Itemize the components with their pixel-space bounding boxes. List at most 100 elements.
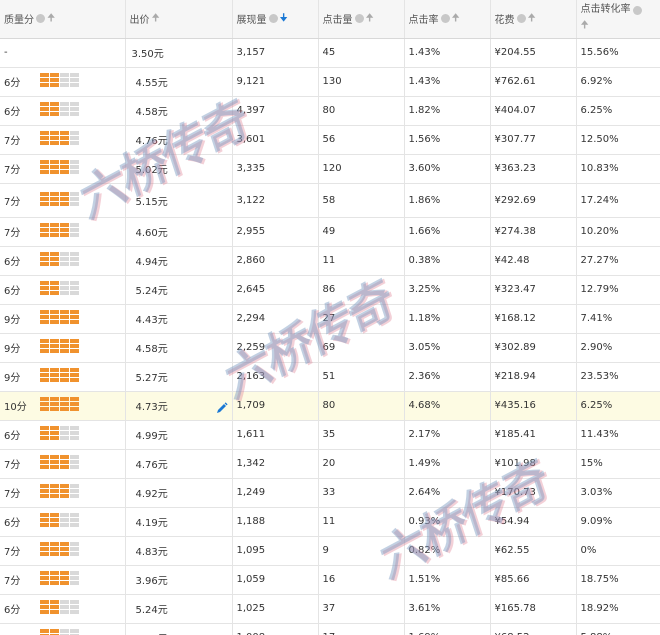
quality-bar-cell	[50, 629, 59, 633]
col-header-ctr[interactable]: 点击率 🠉	[404, 0, 491, 39]
quality-bar-cell	[60, 136, 69, 140]
table-row[interactable]: 7分 5.02元 3,335 120 3.60% ¥363.23 10.83%	[0, 154, 660, 184]
col-header-clicks[interactable]: 点击量 🠉	[318, 0, 405, 39]
quality-bar-cell	[60, 460, 69, 464]
quality-score: 7分	[4, 196, 21, 208]
arrow-up-icon[interactable]: 🠉	[47, 13, 55, 24]
info-circle-icon[interactable]	[36, 14, 45, 24]
table-row[interactable]: 7分 4.76元 1,342 20 1.49% ¥101.98 15%	[0, 449, 660, 479]
info-circle-icon[interactable]	[632, 5, 642, 15]
bid-cell[interactable]: 3.96元	[125, 565, 233, 595]
arrow-up-icon[interactable]: 🠉	[581, 21, 589, 31]
table-row[interactable]: 7分 5.15元 3,122 58 1.86% ¥292.69 17.24%	[0, 183, 660, 218]
info-circle-icon[interactable]	[440, 14, 450, 24]
quality-bar-cell	[50, 581, 59, 585]
quality-bar-cell	[70, 320, 79, 324]
info-circle-icon[interactable]	[268, 14, 278, 24]
quality-bar-icon	[40, 223, 83, 240]
info-circle-icon[interactable]	[516, 14, 526, 24]
bid-cell[interactable]: 4.43元	[125, 304, 233, 334]
table-row[interactable]: 7分 4.83元 1,095 9 0.82% ¥62.55 0%	[0, 536, 660, 566]
quality-bar-cell	[40, 552, 49, 556]
bid-cell[interactable]: 4.55元	[125, 67, 233, 97]
bid-cell[interactable]: 4.94元	[125, 246, 233, 276]
quality-bar-cell	[50, 165, 59, 169]
table-row[interactable]: - 3.50元 3,157 45 1.43% ¥204.55 15.56%	[0, 38, 660, 68]
table-row[interactable]: 6分 4.19元 1,188 11 0.93% ¥54.94 9.09%	[0, 507, 660, 537]
arrow-up-icon[interactable]: 🠉	[452, 13, 460, 24]
quality-bar-cell	[40, 518, 49, 522]
table-row[interactable]: 6分 4.94元 2,860 11 0.38% ¥42.48 27.27%	[0, 246, 660, 276]
table-row[interactable]: 7分 4.92元 1,249 33 2.64% ¥170.73 3.03%	[0, 478, 660, 508]
quality-score: 7分	[4, 136, 21, 147]
bid-cell[interactable]: 4.99元	[125, 420, 233, 450]
table-row[interactable]: 7分 3.96元 1,059 16 1.51% ¥85.66 18.75%	[0, 565, 660, 595]
pencil-icon[interactable]	[216, 402, 228, 414]
bid-cell[interactable]: 5.27元	[125, 362, 233, 392]
col-header-cost[interactable]: 花费 🠉	[490, 0, 577, 39]
arrow-up-icon[interactable]: 🠉	[152, 13, 160, 24]
table-row[interactable]: 9分 4.43元 2,294 27 1.18% ¥168.12 7.41%	[0, 304, 660, 334]
quality-bar-cell	[60, 547, 69, 551]
table-row[interactable]: 4.57元1,008171.69%¥68.525.88%	[0, 623, 660, 635]
quality-bar-cell	[60, 286, 69, 290]
ctr-cell: 1.56%	[404, 125, 491, 155]
quality-bar-cell	[70, 223, 79, 227]
bid-cell[interactable]: 4.92元	[125, 478, 233, 508]
bid-cell[interactable]: 3.50元	[125, 38, 233, 68]
impressions-cell: 2,294	[232, 304, 319, 334]
quality-bar-cell	[50, 552, 59, 556]
quality-bar-cell	[50, 349, 59, 353]
table-row[interactable]: 6分 5.24元 2,645 86 3.25% ¥323.47 12.79%	[0, 275, 660, 305]
bid-cell[interactable]: 4.58元	[125, 96, 233, 126]
table-row[interactable]: 9分 4.58元 2,259 69 3.05% ¥302.89 2.90%	[0, 333, 660, 363]
arrow-down-icon[interactable]: 🠋	[280, 13, 288, 24]
table-row[interactable]: 9分 5.27元 2,163 51 2.36% ¥218.94 23.53%	[0, 362, 660, 392]
bid-cell[interactable]: 5.24元	[125, 594, 233, 624]
cvr-cell: 15%	[576, 449, 660, 479]
ctr-cell: 1.82%	[404, 96, 491, 126]
quality-bar-cell	[50, 513, 59, 517]
col-header-cvr[interactable]: 点击转化率 🠉	[576, 0, 660, 39]
bid-cell[interactable]: 5.24元	[125, 275, 233, 305]
table-row[interactable]: 6分 4.99元 1,611 35 2.17% ¥185.41 11.43%	[0, 420, 660, 450]
bid-cell[interactable]: 4.57元	[125, 623, 233, 635]
quality-bar-icon	[40, 102, 83, 119]
impressions-cell: 1,342	[232, 449, 319, 479]
arrow-up-icon[interactable]: 🠉	[366, 13, 374, 24]
quality-bar-cell	[50, 610, 59, 614]
bid-cell[interactable]: 4.76元	[125, 449, 233, 479]
bid-cell[interactable]: 4.83元	[125, 536, 233, 566]
bid-cell[interactable]: 4.60元	[125, 217, 233, 247]
table-row[interactable]: 6分 4.58元 4,397 80 1.82% ¥404.07 6.25%	[0, 96, 660, 126]
table-row[interactable]: 6分 5.24元 1,025 37 3.61% ¥165.78 18.92%	[0, 594, 660, 624]
bid-cell[interactable]: 5.02元	[125, 154, 233, 184]
col-header-quality[interactable]: 质量分 🠉	[0, 0, 126, 39]
table-row[interactable]: 6分 4.55元 9,121 130 1.43% ¥762.61 6.92%	[0, 67, 660, 97]
table-row[interactable]: 7分 4.60元 2,955 49 1.66% ¥274.38 10.20%	[0, 217, 660, 247]
bid-cell[interactable]: 5.15元	[125, 183, 233, 218]
clicks-cell: 37	[318, 594, 405, 624]
col-header-bid[interactable]: 出价 🠉	[125, 0, 233, 39]
bid-cell[interactable]: 4.76元	[125, 125, 233, 155]
ctr-cell: 3.61%	[404, 594, 491, 624]
quality-score: 6分	[4, 107, 21, 118]
quality-bar-cell	[40, 523, 49, 527]
arrow-up-icon[interactable]: 🠉	[528, 13, 536, 24]
quality-bar-cell	[70, 513, 79, 517]
table-row[interactable]: 7分 4.76元 3,601 56 1.56% ¥307.77 12.50%	[0, 125, 660, 155]
quality-bar-cell	[60, 191, 69, 196]
quality-bar-cell	[60, 397, 69, 401]
bid-cell[interactable]: 4.58元	[125, 333, 233, 363]
quality-bar-cell	[70, 600, 79, 604]
quality-bar-cell	[40, 315, 49, 319]
keyword-report-table: 质量分 🠉 出价 🠉 展现量 🠋 点击量 🠉 点击率 🠉 花费 🠉 点击转化率 🠉 -3.50…	[0, 0, 660, 635]
info-circle-icon[interactable]	[354, 14, 364, 24]
bid-cell[interactable]: 4.19元	[125, 507, 233, 537]
table-row[interactable]: 10分 4.73元 1,709 80 4.68% ¥435.16 6.25%	[0, 391, 660, 421]
quality-bar-cell	[50, 368, 59, 372]
quality-bar-cell	[50, 436, 59, 440]
col-header-impressions[interactable]: 展现量 🠋	[232, 0, 319, 39]
impressions-cell: 1,059	[232, 565, 319, 595]
quality-bar-cell	[60, 436, 69, 440]
